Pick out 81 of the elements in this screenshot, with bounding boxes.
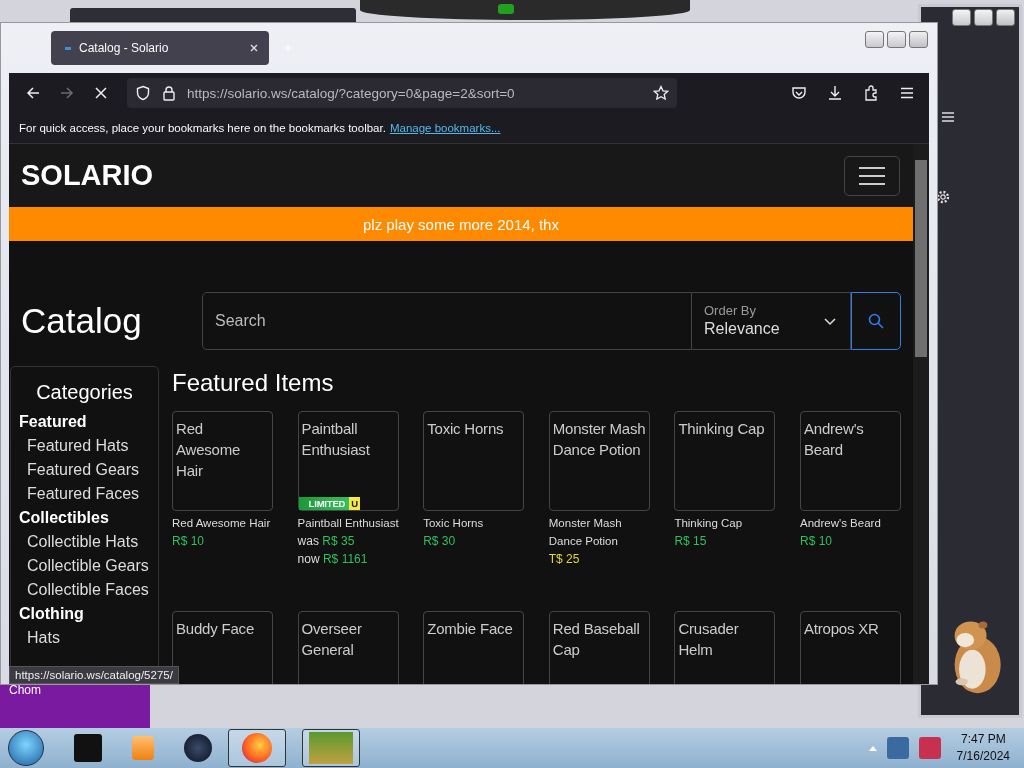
site-logo[interactable]: SOLARIO (21, 159, 154, 192)
category-heading[interactable]: Collectibles (19, 506, 150, 530)
item-name[interactable]: Red Awesome Hair (172, 514, 273, 532)
lock-icon[interactable] (161, 85, 177, 101)
section-heading: Featured Items (172, 369, 335, 397)
download-icon[interactable] (827, 85, 843, 101)
menu-button[interactable] (844, 155, 900, 196)
maximize-button[interactable] (887, 31, 906, 48)
item-name[interactable]: Andrew's Beard (799, 514, 901, 532)
maximize-button[interactable] (974, 9, 993, 26)
url-text: https://solario.ws/catalog/?category=0&page=2&sort=0 (187, 85, 516, 101)
stop-icon[interactable] (93, 85, 109, 101)
item-thumbnail[interactable]: Overseer General (297, 611, 399, 684)
item-thumbnail[interactable]: Paintball Enthusiast LIMITED U (297, 411, 399, 511)
item-name[interactable]: Monster Mash Dance Potion (548, 514, 650, 550)
start-button[interactable] (8, 730, 44, 766)
category-link[interactable]: Collectible Gears (19, 554, 150, 578)
page-heading: Catalog (21, 301, 143, 341)
manage-bookmarks-link[interactable]: Manage bookmarks... (389, 122, 501, 134)
close-icon[interactable] (249, 43, 259, 53)
item-name[interactable]: Toxic Horns (423, 514, 525, 532)
item-price: was R$ 35 (297, 533, 356, 550)
window-text: Chom (9, 683, 41, 697)
category-link[interactable]: Collectible Hats (19, 530, 150, 554)
minimize-button[interactable] (952, 9, 971, 26)
minimize-button[interactable] (865, 31, 884, 48)
bookmarks-hint: For quick access, place your bookmarks here on the bookmarks toolbar. (19, 122, 386, 134)
category-link[interactable]: Collectible Faces (19, 578, 150, 602)
category-link[interactable]: Featured Gears (19, 458, 150, 482)
item-name[interactable]: Thinking Cap (674, 514, 776, 532)
pocket-icon[interactable] (791, 85, 807, 101)
shield-icon[interactable] (135, 85, 151, 101)
category-link[interactable]: Featured Hats (19, 434, 150, 458)
tray-icon[interactable] (918, 737, 941, 759)
search-field[interactable]: Search (202, 292, 692, 350)
close-button[interactable] (909, 31, 928, 48)
category-heading[interactable]: Clothing (19, 602, 150, 626)
item-thumbnail[interactable]: Zombie Face (423, 611, 525, 684)
clock[interactable]: 7:47 PM 7/16/2024 (950, 731, 1016, 765)
item-thumbnail[interactable]: Crusader Helm (674, 611, 776, 684)
category-link[interactable]: Featured Faces (19, 482, 150, 506)
item-thumbnail[interactable]: Atropos XR (799, 611, 901, 684)
tray-icon[interactable] (886, 737, 909, 759)
item-price: R$ 30 (423, 533, 457, 550)
menu-icon (859, 165, 885, 186)
scrollbar[interactable] (913, 144, 929, 684)
item-name[interactable]: Paintball Enthusiast (297, 514, 399, 532)
star-icon[interactable] (653, 85, 669, 101)
extensions-icon[interactable] (863, 85, 879, 101)
item-thumbnail[interactable]: Red Awesome Hair (172, 411, 273, 511)
category-heading[interactable]: Featured (19, 410, 150, 434)
item-price: R$ 10 (799, 533, 833, 550)
browser-tab[interactable]: Catalog - Solario (51, 31, 269, 65)
panel-title: Categories (35, 381, 134, 404)
item-thumbnail[interactable]: Toxic Horns (423, 411, 525, 511)
banner-text: plz play some more 2014, thx (363, 215, 559, 233)
taskbar-button[interactable] (302, 729, 360, 767)
app-icon (309, 732, 353, 764)
item-thumbnail[interactable]: Monster Mash Dance Potion (548, 411, 650, 511)
search-icon (868, 313, 884, 329)
item-price: T$ 25 (548, 551, 581, 568)
taskbar-button[interactable] (228, 729, 286, 767)
status-url: https://solario.ws/catalog/5275/ (9, 666, 179, 684)
chevron-icon (824, 318, 836, 326)
item-thumbnail[interactable]: Red Baseball Cap (548, 611, 650, 684)
address-bar[interactable]: https://solario.ws/catalog/?category=0&page=2&sort=0 (127, 78, 677, 108)
favicon-icon (65, 46, 71, 50)
tab-title: Catalog - Solario (79, 41, 170, 55)
item-price: R$ 10 (172, 533, 206, 550)
item-thumbnail[interactable]: Thinking Cap (674, 411, 776, 511)
item-price: R$ 15 (674, 533, 708, 550)
category-link[interactable]: Hats (19, 626, 150, 650)
limited-badge: LIMITED U (298, 497, 360, 510)
menu-icon[interactable] (941, 111, 955, 123)
item-thumbnail[interactable]: Andrew's Beard (799, 411, 901, 511)
search-button[interactable] (851, 292, 901, 350)
back-icon[interactable] (25, 85, 41, 101)
settings-icon[interactable] (935, 189, 951, 205)
close-button[interactable] (996, 9, 1015, 26)
menu-icon[interactable] (899, 85, 915, 101)
item-price: now R$ 1161 (297, 551, 369, 568)
